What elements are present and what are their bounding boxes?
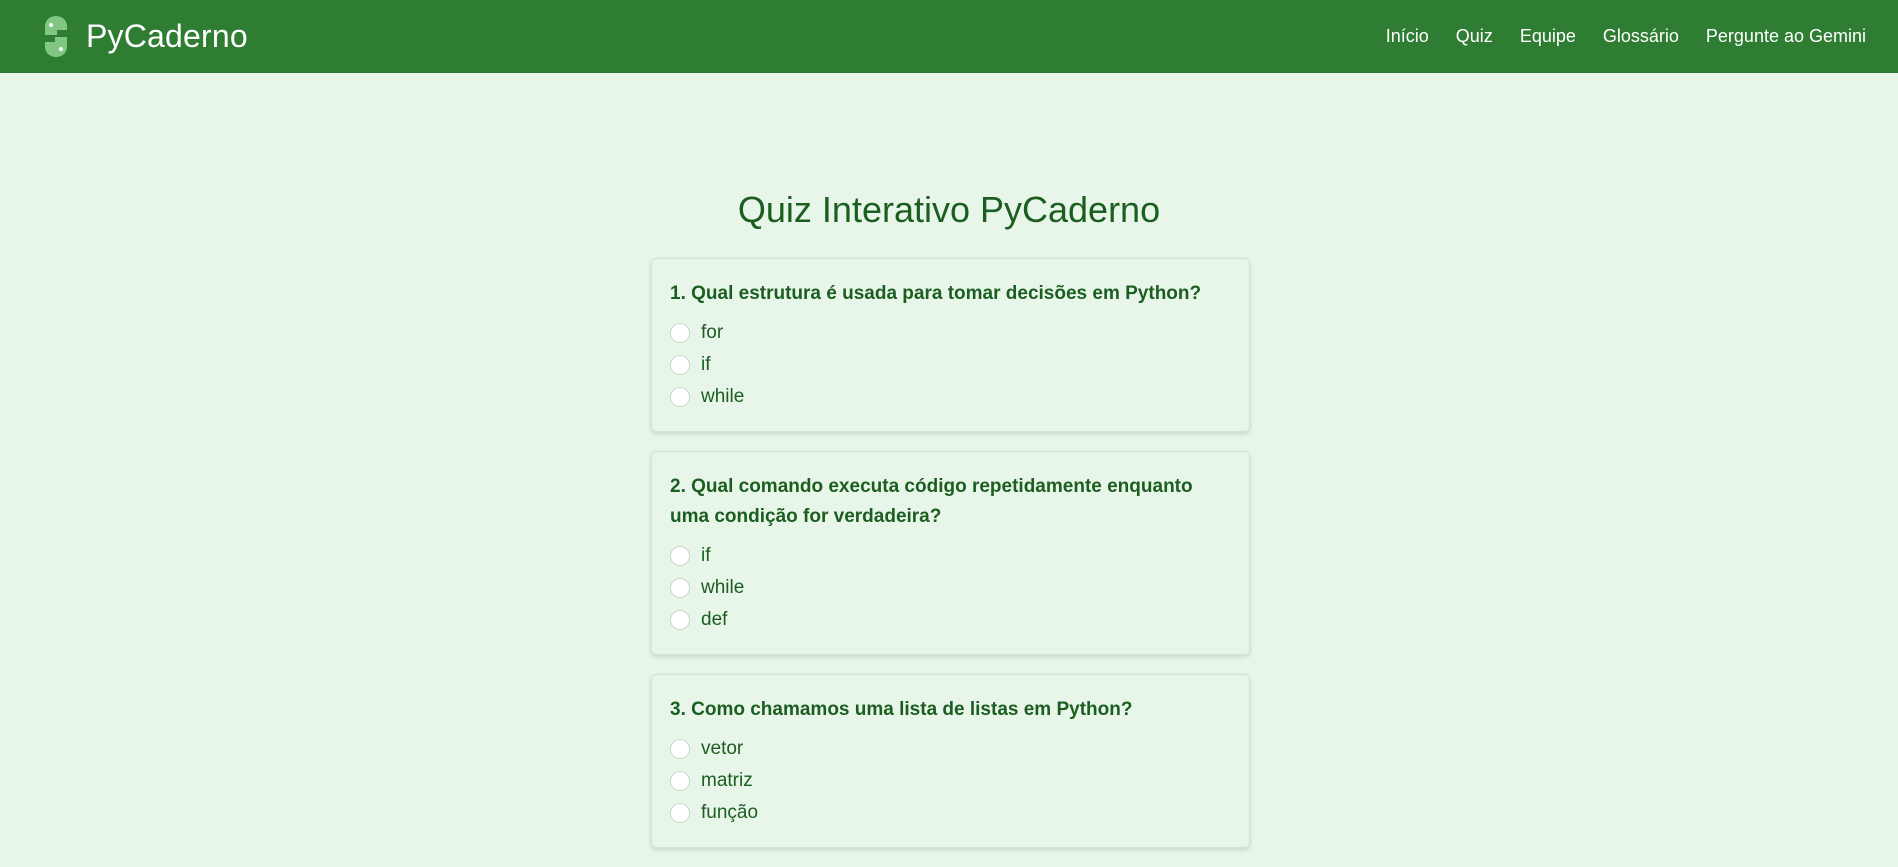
brand-name: PyCaderno xyxy=(86,18,248,54)
option-label: função xyxy=(701,802,759,823)
quiz-form: 1. Qual estrutura é usada para tomar dec… xyxy=(651,258,1250,867)
answer-option[interactable]: while xyxy=(670,381,1231,413)
answer-option[interactable]: if xyxy=(670,349,1231,381)
main-content: Quiz Interativo PyCaderno 1. Qual estrut… xyxy=(0,73,1898,856)
python-logo-icon xyxy=(45,15,67,57)
nav-link-inicio[interactable]: Início xyxy=(1386,22,1429,51)
answer-option[interactable]: while xyxy=(670,572,1231,604)
radio-button[interactable] xyxy=(670,578,690,598)
answer-option[interactable]: matriz xyxy=(670,765,1231,797)
option-label: for xyxy=(701,322,724,343)
radio-button[interactable] xyxy=(670,355,690,375)
option-label: matriz xyxy=(701,770,753,791)
radio-button[interactable] xyxy=(670,803,690,823)
option-label: def xyxy=(701,609,728,630)
nav-link-quiz[interactable]: Quiz xyxy=(1456,22,1493,51)
top-navbar: PyCaderno Início Quiz Equipe Glossário P… xyxy=(0,0,1898,73)
question-text: 1. Qual estrutura é usada para tomar dec… xyxy=(670,283,1202,304)
nav-link-glossario[interactable]: Glossário xyxy=(1603,22,1679,51)
question-text: 2. Qual comando executa código repetidam… xyxy=(670,476,1193,527)
question-text: 3. Como chamamos uma lista de listas em … xyxy=(670,699,1133,720)
answer-option[interactable]: vetor xyxy=(670,733,1231,765)
question-card: 3. Como chamamos uma lista de listas em … xyxy=(651,674,1250,848)
radio-button[interactable] xyxy=(670,771,690,791)
nav-link-equipe[interactable]: Equipe xyxy=(1520,22,1576,51)
brand[interactable]: PyCaderno xyxy=(40,15,248,58)
option-label: vetor xyxy=(701,738,744,759)
question-card: 2. Qual comando executa código repetidam… xyxy=(651,451,1250,655)
nav-link-pergunte-ao-gemini[interactable]: Pergunte ao Gemini xyxy=(1706,22,1866,51)
radio-button[interactable] xyxy=(670,546,690,566)
page-title: Quiz Interativo PyCaderno xyxy=(737,189,1161,230)
radio-button[interactable] xyxy=(670,739,690,759)
radio-button[interactable] xyxy=(670,610,690,630)
radio-button[interactable] xyxy=(670,323,690,343)
option-label: if xyxy=(701,354,711,375)
answer-option[interactable]: def xyxy=(670,604,1231,636)
answer-option[interactable]: for xyxy=(670,317,1231,349)
option-label: if xyxy=(701,545,711,566)
question-card: 1. Qual estrutura é usada para tomar dec… xyxy=(651,258,1250,432)
answer-option[interactable]: função xyxy=(670,797,1231,829)
nav-menu: Início Quiz Equipe Glossário Pergunte ao… xyxy=(1386,22,1866,51)
option-label: while xyxy=(701,577,745,598)
option-label: while xyxy=(701,386,745,407)
radio-button[interactable] xyxy=(670,387,690,407)
answer-option[interactable]: if xyxy=(670,540,1231,572)
